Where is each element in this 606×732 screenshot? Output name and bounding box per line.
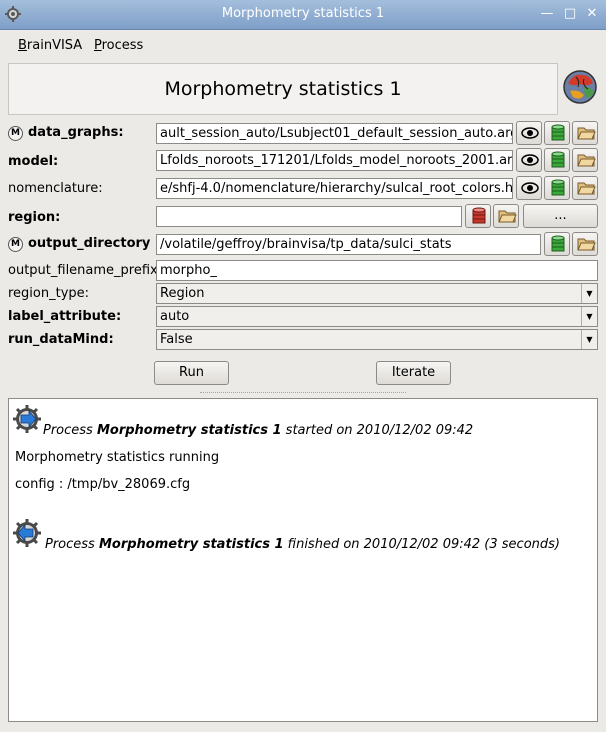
- log-started-line: Process Morphometry statistics 1 started…: [43, 423, 474, 438]
- menu-process[interactable]: Process: [94, 38, 143, 53]
- mandatory-badge: M: [8, 126, 23, 141]
- folder-icon: [577, 182, 596, 195]
- data-graphs-database-button[interactable]: [544, 121, 570, 145]
- database-icon: [472, 207, 486, 224]
- log-finished-line: Process Morphometry statistics 1 finishe…: [45, 537, 560, 552]
- process-gear-icon: [13, 405, 41, 433]
- nomenclature-field[interactable]: e/shfj-4.0/nomenclature/hierarchy/sulcal…: [156, 178, 513, 199]
- model-field[interactable]: Lfolds_noroots_171201/Lfolds_model_noroo…: [156, 150, 513, 171]
- model-view-button[interactable]: [516, 148, 542, 172]
- model-database-button[interactable]: [544, 148, 570, 172]
- eye-icon: [521, 127, 539, 139]
- eye-icon: [521, 154, 539, 166]
- folder-icon: [577, 127, 596, 140]
- run-datamind-label: run_dataMind:: [8, 332, 114, 347]
- log-running-line: Morphometry statistics running: [15, 450, 220, 465]
- run-datamind-select[interactable]: False ▼: [156, 329, 598, 350]
- log-config-line: config : /tmp/bv_28069.cfg: [15, 477, 191, 492]
- nomenclature-database-button[interactable]: [544, 176, 570, 200]
- process-gear-icon: [13, 519, 41, 547]
- output-directory-browse-button[interactable]: [572, 232, 598, 256]
- process-title: Morphometry statistics 1: [164, 78, 402, 100]
- chevron-down-icon: ▼: [581, 330, 597, 349]
- nomenclature-view-button[interactable]: [516, 176, 542, 200]
- folder-icon: [577, 238, 596, 251]
- menu-bar: BrainVISA Process: [0, 30, 606, 60]
- title-bar: Morphometry statistics 1 — □ ✕: [0, 0, 606, 30]
- brain-logo-icon: [563, 70, 597, 104]
- chevron-down-icon: ▼: [581, 284, 597, 303]
- minimize-icon[interactable]: —: [538, 5, 556, 23]
- region-database-button[interactable]: [465, 204, 491, 228]
- output-directory-label: Moutput_directory: [8, 236, 150, 252]
- data-graphs-browse-button[interactable]: [572, 121, 598, 145]
- window-title: Morphometry statistics 1: [221, 6, 385, 21]
- run-button[interactable]: Run: [154, 361, 229, 385]
- database-icon: [551, 179, 565, 196]
- process-header: Morphometry statistics 1: [8, 63, 558, 115]
- data-graphs-field[interactable]: ault_session_auto/Lsubject01_default_ses…: [156, 123, 513, 144]
- folder-icon: [577, 154, 596, 167]
- region-field[interactable]: [156, 206, 462, 227]
- database-icon: [551, 124, 565, 141]
- label-attribute-select[interactable]: auto ▼: [156, 306, 598, 327]
- database-icon: [551, 151, 565, 168]
- close-icon[interactable]: ✕: [583, 5, 601, 23]
- log-panel: Process Morphometry statistics 1 started…: [8, 398, 598, 722]
- data-graphs-view-button[interactable]: [516, 121, 542, 145]
- mandatory-badge: M: [8, 237, 23, 252]
- region-type-label: region_type:: [8, 286, 90, 301]
- region-type-select[interactable]: Region ▼: [156, 283, 598, 304]
- region-more-button[interactable]: ...: [523, 204, 598, 228]
- region-browse-button[interactable]: [493, 204, 519, 228]
- maximize-icon[interactable]: □: [561, 5, 579, 23]
- output-directory-database-button[interactable]: [544, 232, 570, 256]
- model-label: model:: [8, 154, 59, 169]
- iterate-button[interactable]: Iterate: [376, 361, 451, 385]
- label-attribute-label: label_attribute:: [8, 309, 122, 324]
- nomenclature-label: nomenclature:: [8, 181, 103, 196]
- eye-icon: [521, 182, 539, 194]
- output-filename-prefix-label: output_filename_prefix: [8, 263, 158, 278]
- region-label: region:: [8, 210, 61, 225]
- model-browse-button[interactable]: [572, 148, 598, 172]
- chevron-down-icon: ▼: [581, 307, 597, 326]
- output-filename-prefix-field[interactable]: morpho_: [156, 260, 598, 281]
- output-directory-field[interactable]: /volatile/geffroy/brainvisa/tp_data/sulc…: [156, 234, 541, 255]
- nomenclature-browse-button[interactable]: [572, 176, 598, 200]
- splitter-handle[interactable]: [200, 392, 406, 395]
- menu-brainvisa[interactable]: BrainVISA: [18, 38, 82, 53]
- database-icon: [551, 235, 565, 252]
- data-graphs-label: Mdata_graphs:: [8, 125, 124, 141]
- folder-icon: [498, 210, 517, 223]
